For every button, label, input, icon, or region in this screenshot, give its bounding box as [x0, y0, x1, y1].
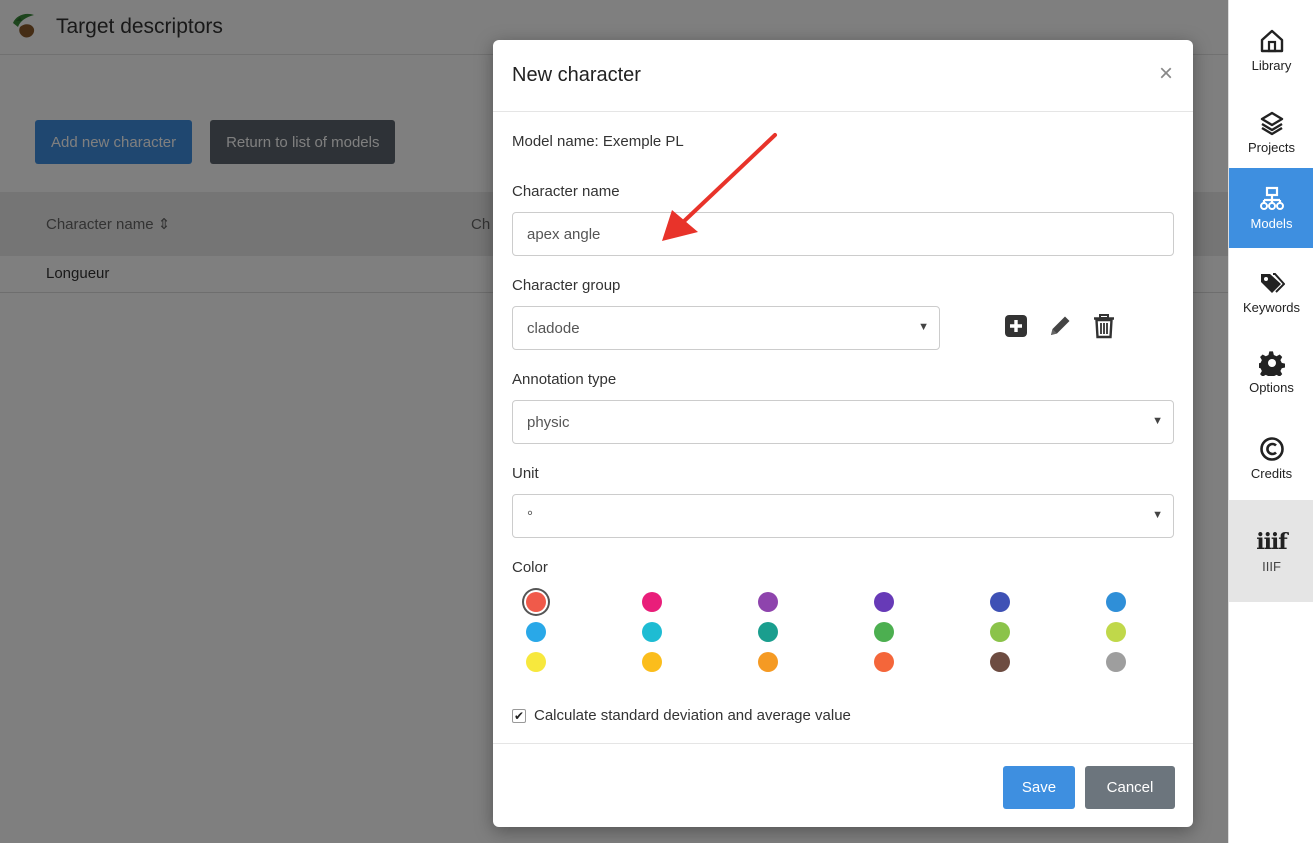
- character-group-label: Character group: [512, 277, 621, 294]
- sidebar-label: Projects: [1248, 139, 1295, 155]
- character-name-label: Character name: [512, 183, 620, 200]
- save-button[interactable]: Save: [1003, 766, 1075, 809]
- sidebar-label: Credits: [1250, 465, 1293, 481]
- color-swatch[interactable]: [526, 652, 546, 672]
- sidebar-item-credits[interactable]: Credits: [1229, 420, 1313, 496]
- std-deviation-checkbox[interactable]: ✔: [512, 708, 526, 723]
- sidebar-item-models[interactable]: Models: [1229, 168, 1313, 248]
- close-icon[interactable]: ×: [1159, 62, 1173, 86]
- color-swatch[interactable]: [758, 592, 778, 612]
- character-name-input[interactable]: apex angle: [512, 212, 1174, 256]
- color-swatch[interactable]: [990, 592, 1010, 612]
- color-swatch[interactable]: [642, 622, 662, 642]
- color-swatch[interactable]: [642, 592, 662, 612]
- color-swatch[interactable]: [758, 652, 778, 672]
- pencil-icon[interactable]: [1047, 313, 1073, 339]
- tags-icon: [1260, 272, 1285, 293]
- right-sidebar: Library Projects Models Keywords Options…: [1228, 0, 1313, 843]
- sidebar-item-iiif[interactable]: iiif IIIF: [1229, 500, 1313, 602]
- sidebar-item-projects[interactable]: Projects: [1229, 94, 1313, 170]
- sidebar-label: Models: [1250, 215, 1293, 231]
- home-icon: [1260, 29, 1283, 52]
- sidebar-item-options[interactable]: Options: [1229, 334, 1313, 410]
- model-name-text: Model name: Exemple PL: [512, 133, 684, 150]
- unit-select[interactable]: ° ▼: [512, 494, 1174, 538]
- sidebar-item-library[interactable]: Library: [1229, 12, 1313, 88]
- group-tools: [1003, 313, 1117, 339]
- character-group-value: cladode: [527, 319, 580, 337]
- iiif-icon: iiif: [1256, 528, 1288, 555]
- color-swatch[interactable]: [642, 652, 662, 672]
- plus-square-icon[interactable]: [1003, 313, 1029, 339]
- sidebar-label: Options: [1249, 379, 1294, 395]
- color-swatch[interactable]: [874, 622, 894, 642]
- color-swatch[interactable]: [990, 652, 1010, 672]
- gear-icon: [1258, 350, 1285, 376]
- std-deviation-option[interactable]: ✔ Calculate standard deviation and avera…: [512, 707, 851, 724]
- sidebar-label: IIIF: [1262, 558, 1281, 574]
- trash-icon[interactable]: [1091, 313, 1117, 339]
- character-name-value: apex angle: [527, 225, 601, 243]
- modal-header: New character ×: [493, 40, 1193, 112]
- annotation-type-select[interactable]: physic ▼: [512, 400, 1174, 444]
- chevron-down-icon: ▼: [918, 321, 929, 333]
- character-group-select[interactable]: cladode ▼: [512, 306, 940, 350]
- sidebar-label: Library: [1251, 57, 1292, 73]
- annotation-type-value: physic: [527, 413, 570, 431]
- color-swatch[interactable]: [526, 592, 546, 612]
- color-label: Color: [512, 559, 548, 576]
- new-character-modal: New character × Model name: Exemple PL C…: [493, 40, 1193, 827]
- color-swatch[interactable]: [874, 592, 894, 612]
- cancel-button[interactable]: Cancel: [1085, 766, 1175, 809]
- color-swatch[interactable]: [874, 652, 894, 672]
- annotation-type-label: Annotation type: [512, 371, 617, 388]
- color-swatch[interactable]: [1106, 652, 1126, 672]
- chevron-down-icon: ▼: [1152, 509, 1163, 521]
- chevron-down-icon: ▼: [1152, 415, 1163, 427]
- unit-value: °: [527, 507, 533, 525]
- sidebar-label: Keywords: [1242, 299, 1301, 315]
- unit-label: Unit: [512, 465, 539, 482]
- std-deviation-label: Calculate standard deviation and average…: [534, 707, 851, 724]
- color-swatch[interactable]: [1106, 622, 1126, 642]
- sitemap-icon: [1259, 186, 1284, 210]
- copyright-icon: [1259, 436, 1284, 461]
- modal-footer: Save Cancel: [493, 743, 1193, 827]
- color-swatch[interactable]: [1106, 592, 1126, 612]
- color-swatch[interactable]: [758, 622, 778, 642]
- layers-icon: [1260, 111, 1283, 135]
- sidebar-item-keywords[interactable]: Keywords: [1229, 254, 1313, 330]
- color-swatch[interactable]: [526, 622, 546, 642]
- modal-title: New character: [512, 64, 641, 86]
- color-swatch[interactable]: [990, 622, 1010, 642]
